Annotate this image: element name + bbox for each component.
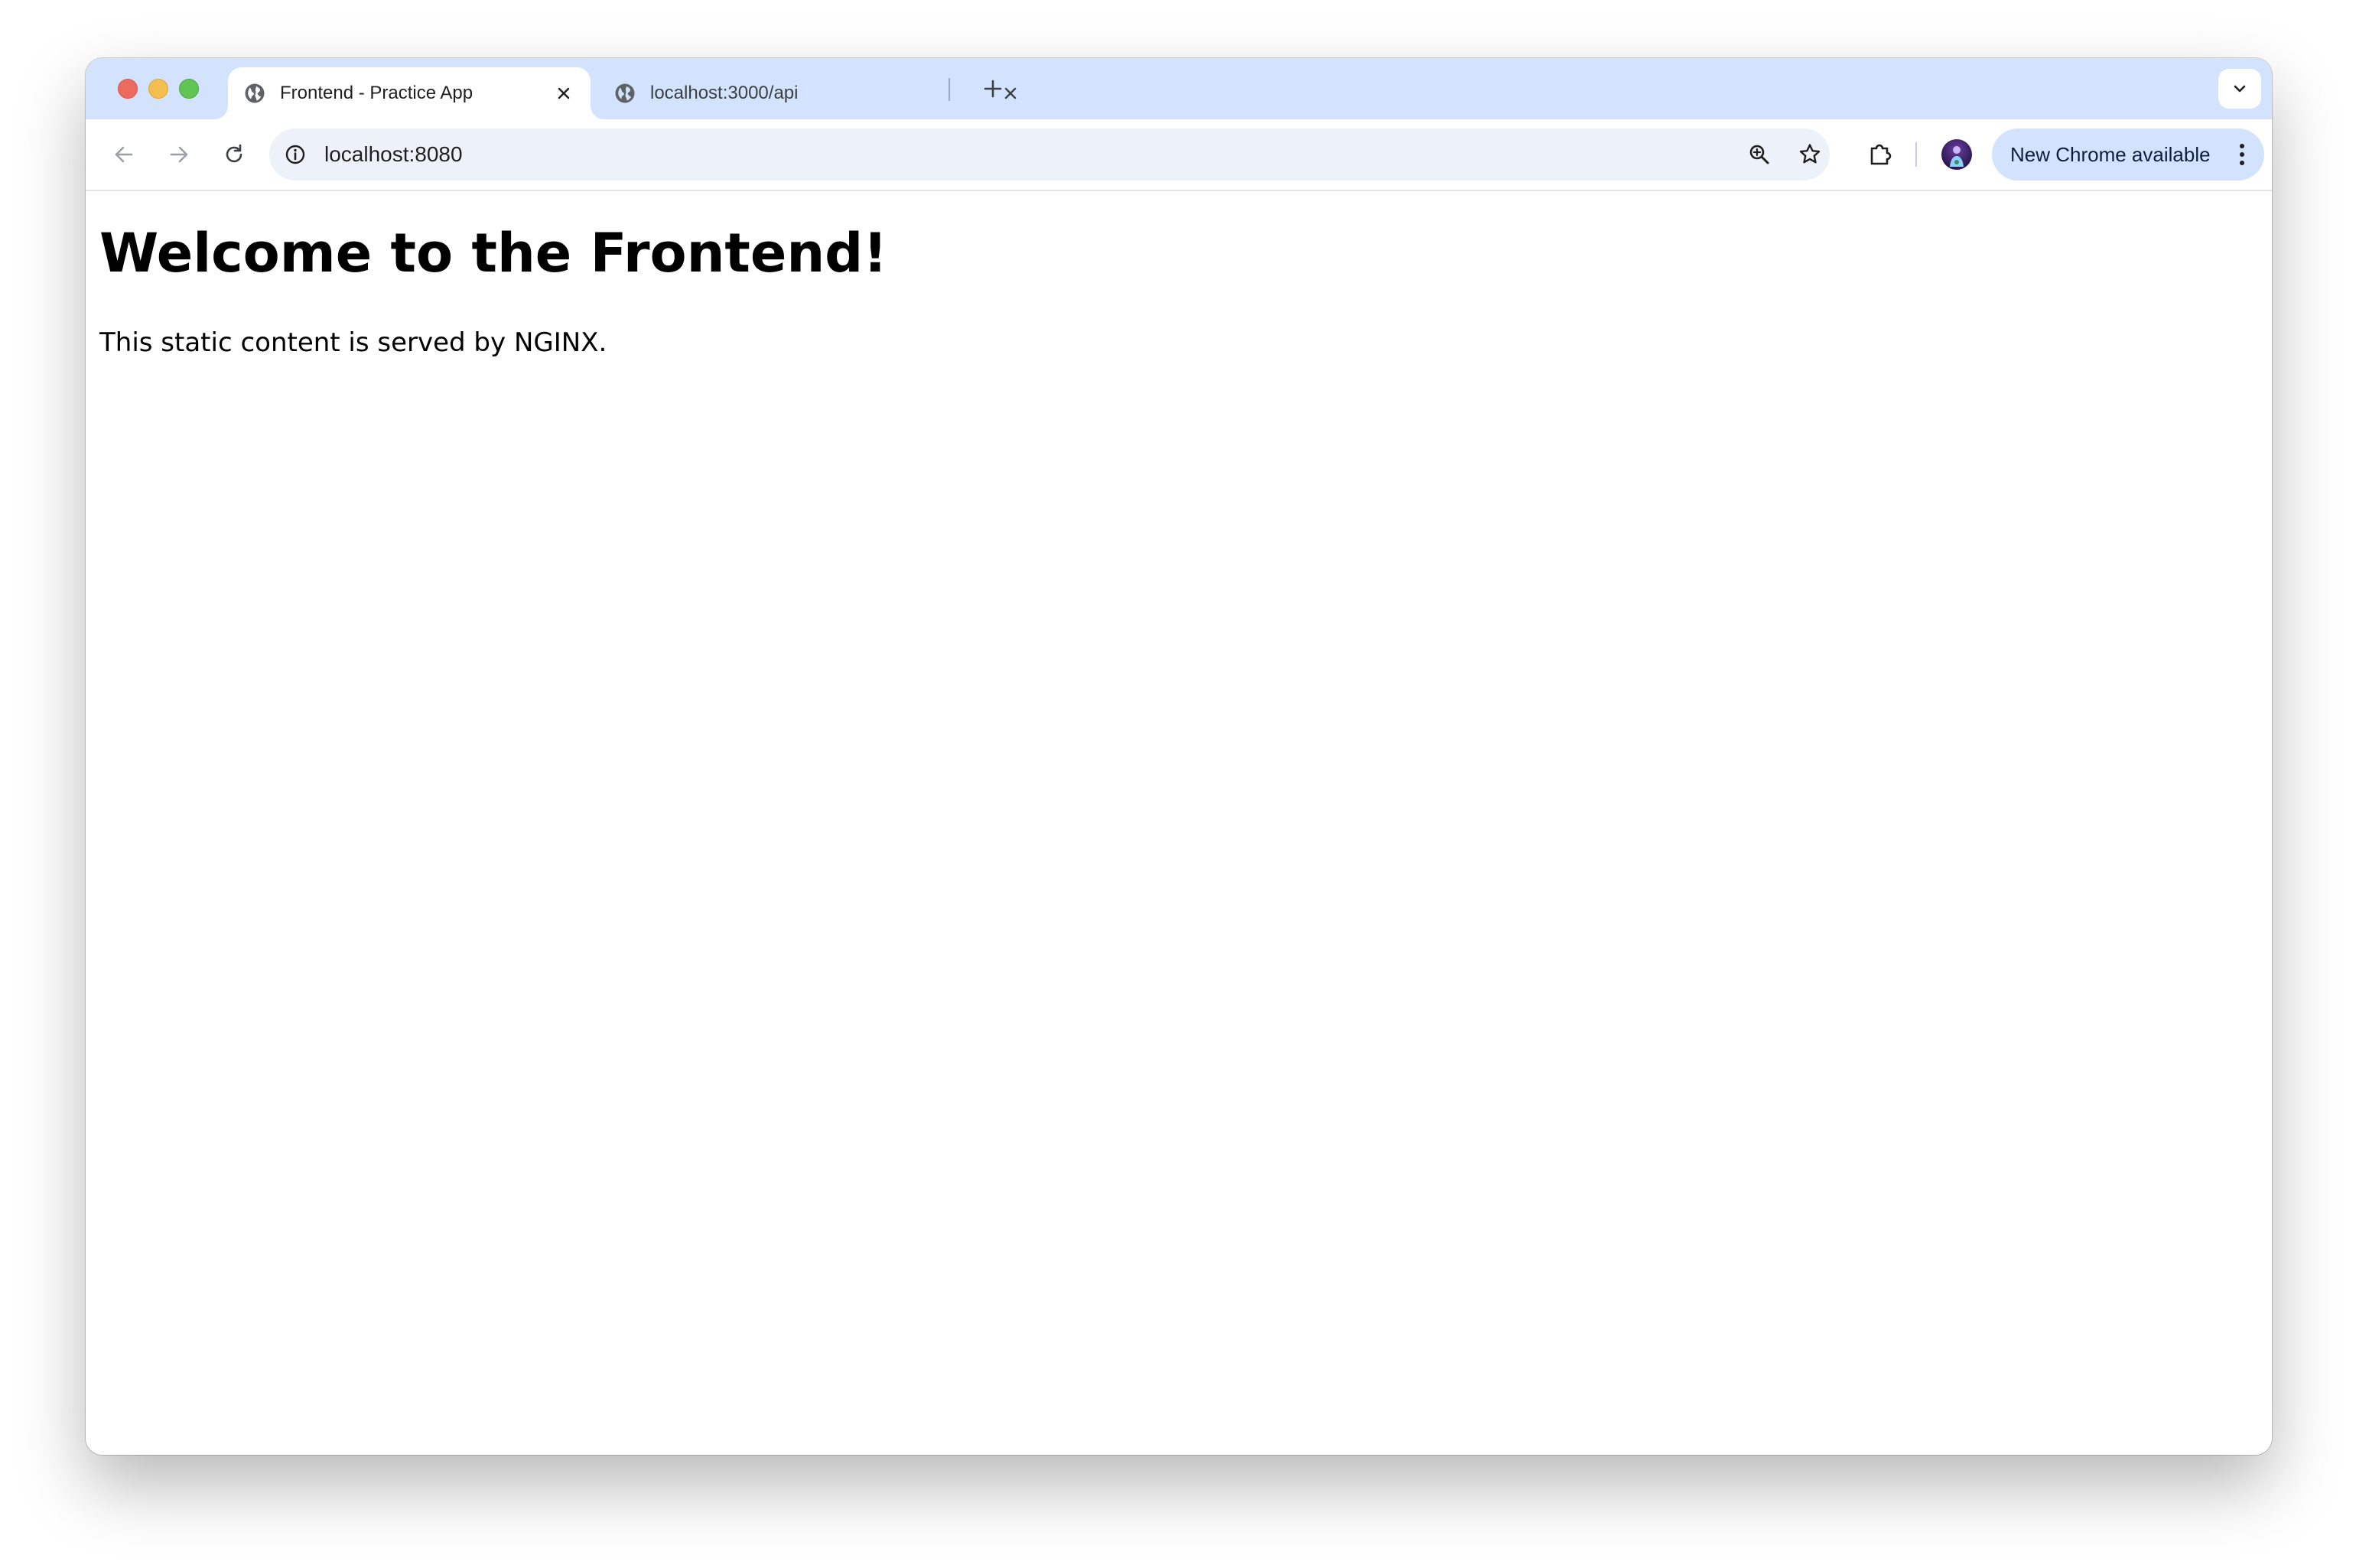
toolbar-separator	[1915, 142, 1917, 167]
reload-icon	[226, 144, 242, 163]
extensions-puzzle-icon[interactable]	[1862, 136, 1899, 173]
new-tab-button[interactable]	[979, 75, 1007, 102]
toolbar: localhost:8080 New Chrome available	[86, 119, 2272, 191]
page-content: Welcome to the Frontend! This static con…	[86, 191, 2272, 1455]
chevron-down-icon	[2234, 85, 2246, 93]
window-minimize-button[interactable]	[148, 79, 168, 99]
site-info-icon[interactable]	[283, 142, 308, 167]
back-button[interactable]	[107, 138, 141, 171]
plus-icon	[984, 80, 1002, 98]
globe-icon	[243, 82, 266, 105]
update-label: New Chrome available	[2010, 142, 2211, 166]
zoom-icon[interactable]	[1746, 141, 1773, 168]
tab-localhost-3000-api[interactable]: localhost:3000/api	[598, 67, 1037, 119]
more-vert-icon[interactable]	[2231, 139, 2253, 170]
page-heading: Welcome to the Frontend!	[99, 222, 888, 285]
arrow-right-icon	[170, 146, 188, 163]
globe-icon	[613, 82, 636, 105]
tab-frontend-practice-app[interactable]: Frontend - Practice App	[228, 67, 591, 119]
tab-title: localhost:3000/api	[650, 83, 799, 103]
address-bar[interactable]: localhost:8080	[269, 128, 1830, 181]
forward-button[interactable]	[162, 138, 196, 171]
reload-button[interactable]	[217, 138, 251, 171]
bookmark-star-icon[interactable]	[1796, 141, 1824, 168]
address-bar-url[interactable]: localhost:8080	[324, 128, 463, 181]
new-chrome-available-button[interactable]: New Chrome available	[1992, 128, 2264, 181]
arrow-left-icon	[115, 146, 133, 163]
page-paragraph: This static content is served by NGINX.	[99, 327, 607, 358]
browser-window: Frontend - Practice App localhost:3000/a…	[86, 58, 2272, 1455]
window-close-button[interactable]	[118, 79, 138, 99]
tab-title: Frontend - Practice App	[280, 83, 473, 103]
profile-avatar[interactable]	[1941, 139, 1972, 170]
tab-separator	[949, 78, 950, 101]
close-icon[interactable]	[552, 82, 575, 105]
tab-search-button[interactable]	[2218, 69, 2261, 109]
window-maximize-button[interactable]	[179, 79, 199, 99]
tab-strip: Frontend - Practice App localhost:3000/a…	[86, 58, 2272, 119]
